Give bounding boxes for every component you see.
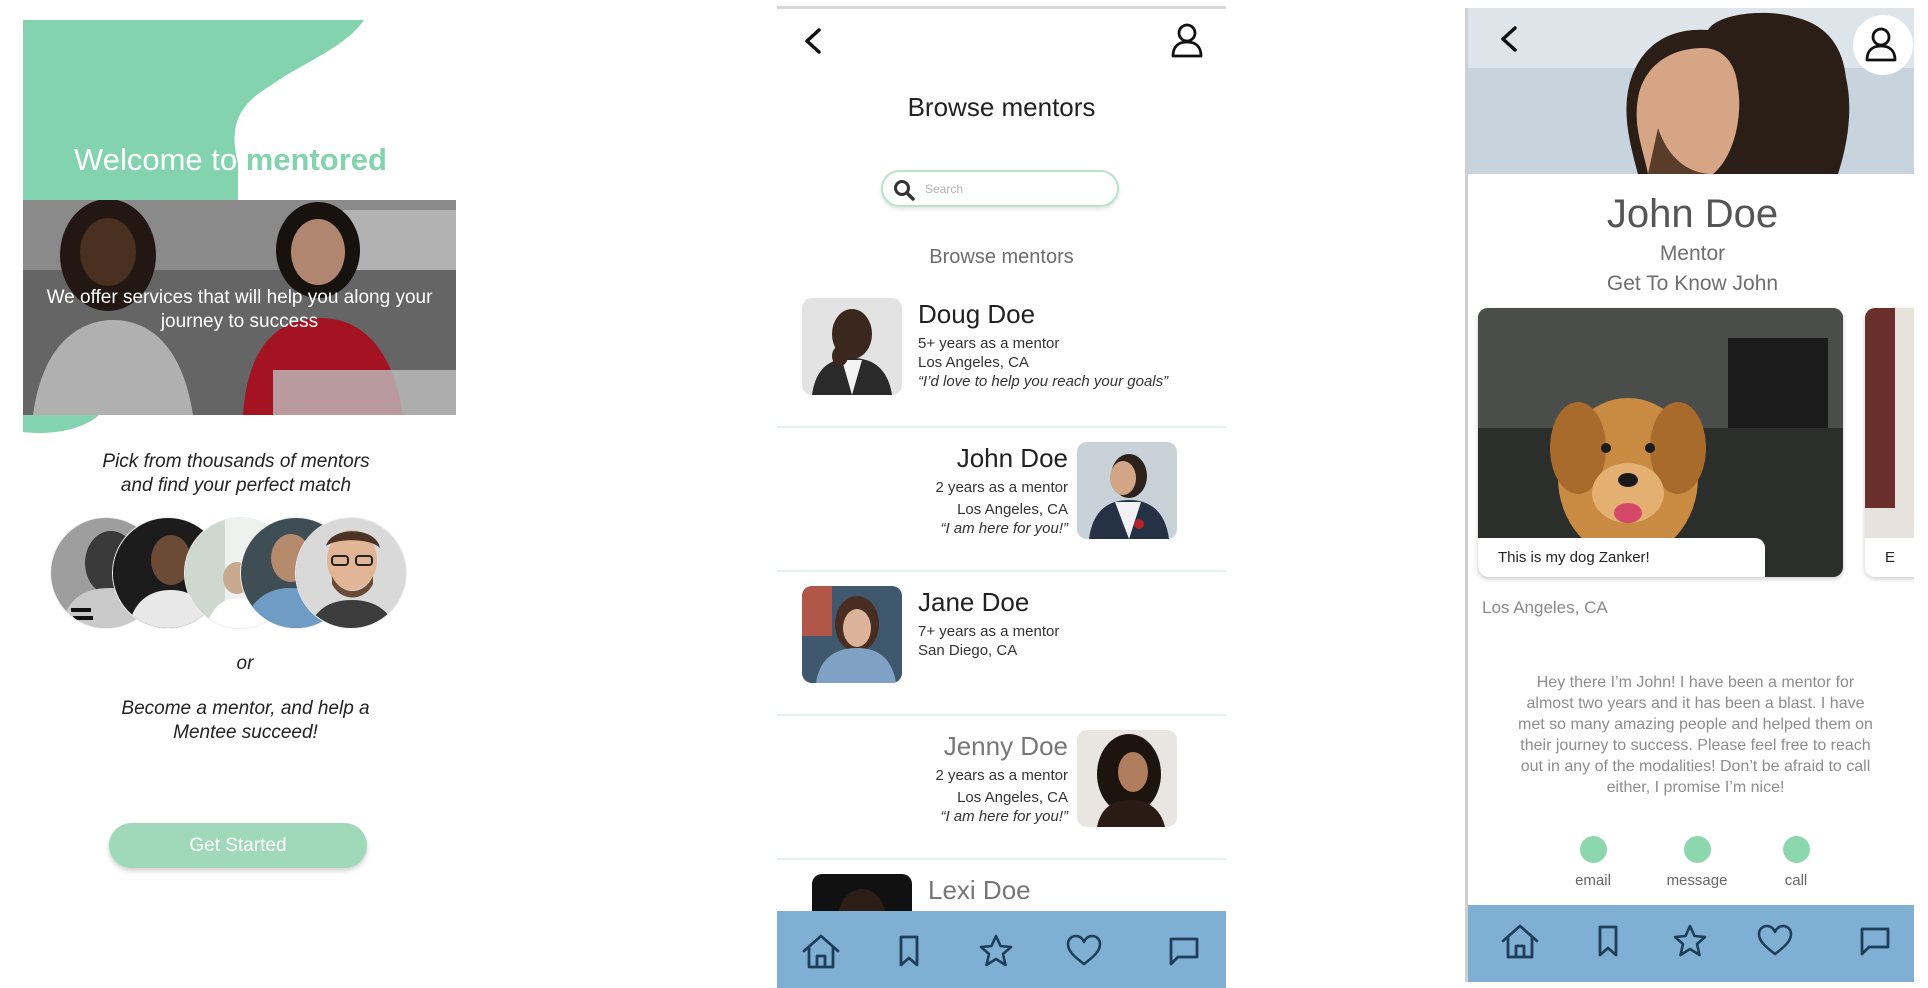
welcome-screen: Welcome to mentored We offer services th… <box>0 0 480 988</box>
back-arrow-icon[interactable] <box>797 22 831 60</box>
email-icon <box>1579 836 1607 863</box>
browse-screen: Browse mentors Browse mentors Doug Doe 5… <box>777 6 1226 988</box>
mentor-bio: Hey there I’m John! I have been a mentor… <box>1518 674 1873 796</box>
chat-icon[interactable] <box>1162 929 1206 973</box>
message-icon <box>1683 836 1711 863</box>
mentor-location: Los Angeles, CA <box>1482 598 1608 617</box>
star-icon[interactable] <box>974 929 1018 973</box>
search-icon <box>894 180 915 201</box>
mentor-info: Jenny Doe 2 years as a mentor Los Angele… <box>777 730 1068 826</box>
mentor-card[interactable]: John Doe 2 years as a mentor Los Angeles… <box>777 428 1226 572</box>
mentor-info: Jane Doe 7+ years as a mentor San Diego,… <box>918 586 1218 660</box>
email-label: email <box>1575 872 1611 889</box>
banner-photo-placeholder <box>1468 8 1914 174</box>
pick-mentors-text: Pick from thousands of mentors and find … <box>102 451 370 496</box>
top-divider <box>777 6 1226 9</box>
message-label: message <box>1666 872 1728 889</box>
mentor-location: San Diego, CA <box>918 642 1018 659</box>
section-heading: Browse mentors <box>929 246 1074 268</box>
mentor-quote: “I am here for you!” <box>940 520 1068 537</box>
search-input[interactable] <box>925 179 1105 199</box>
user-profile-button[interactable] <box>1853 15 1913 75</box>
get-started-button[interactable]: Get Started <box>109 823 367 868</box>
get-to-know-heading: Get To Know John <box>1606 272 1779 295</box>
bottom-tab-bar <box>777 911 1226 988</box>
mentor-photo <box>1077 730 1177 827</box>
profile-banner-photo <box>1468 8 1914 174</box>
photo-caption: E <box>1865 538 1914 577</box>
dog-photo <box>1478 308 1843 577</box>
bookmark-icon[interactable] <box>887 929 931 973</box>
photo-caption: This is my dog Zanker! <box>1478 538 1765 577</box>
user-profile-icon <box>1865 27 1897 62</box>
mentor-avatar-strip <box>50 517 410 629</box>
photo-card[interactable]: This is my dog Zanker! <box>1478 308 1843 577</box>
page-title: Browse mentors <box>907 92 1096 122</box>
user-profile-icon[interactable] <box>1167 20 1207 60</box>
call-button[interactable]: call <box>1751 836 1841 889</box>
mentor-photo <box>802 298 902 395</box>
mentor-location: Los Angeles, CA <box>957 501 1068 518</box>
mentor-name: John Doe <box>956 443 1068 473</box>
search-bar <box>881 170 1119 207</box>
home-icon[interactable] <box>1498 919 1542 963</box>
mentor-role: Mentor <box>1659 242 1726 265</box>
mentor-avatar <box>295 517 407 629</box>
bottom-tab-bar <box>1468 905 1914 982</box>
mentor-profile-screen: John Doe Mentor Get To Know John This is… <box>1465 8 1914 982</box>
mentor-location: Los Angeles, CA <box>957 789 1068 806</box>
mentor-quote: “I am here for you!” <box>940 808 1068 825</box>
call-icon <box>1782 836 1810 863</box>
email-button[interactable]: email <box>1548 836 1638 889</box>
mentor-photo <box>802 586 902 683</box>
message-button[interactable]: message <box>1652 836 1742 889</box>
hero-image: We offer services that will help you alo… <box>23 200 456 415</box>
mentor-info: John Doe 2 years as a mentor Los Angeles… <box>777 442 1068 538</box>
chat-icon[interactable] <box>1853 919 1897 963</box>
hero-text: We offer services that will help you alo… <box>46 287 433 332</box>
second-photo <box>1865 308 1914 577</box>
mentor-name: Jane Doe <box>918 587 1030 617</box>
mentor-name: Doug Doe <box>918 299 1036 329</box>
star-icon[interactable] <box>1668 919 1712 963</box>
welcome-title: Welcome to mentored <box>74 142 387 178</box>
become-mentor-text: Become a mentor, and help a Mentee succe… <box>121 698 370 743</box>
home-icon[interactable] <box>799 929 843 973</box>
or-text: or <box>236 653 254 674</box>
mentor-name: Lexi Doe <box>928 875 1031 905</box>
mentor-name: John Doe <box>1606 192 1779 236</box>
mentor-experience: 7+ years as a mentor <box>918 623 1060 640</box>
call-label: call <box>1784 872 1808 889</box>
mentor-name: Jenny Doe <box>943 731 1068 761</box>
welcome-title-prefix: Welcome to <box>74 142 246 177</box>
heart-icon[interactable] <box>1753 919 1797 963</box>
mentor-card[interactable]: Jenny Doe 2 years as a mentor Los Angele… <box>777 716 1226 860</box>
mentor-photo <box>1077 442 1177 539</box>
mentor-quote: “I’d love to help you reach your goals” <box>918 373 1169 390</box>
mentor-card[interactable]: Jane Doe 7+ years as a mentor San Diego,… <box>777 572 1226 716</box>
mentor-info: Lexi Doe <box>928 874 1226 906</box>
mentor-card[interactable]: Doug Doe 5+ years as a mentor Los Angele… <box>777 284 1226 428</box>
brand-name: mentored <box>245 142 387 177</box>
heart-icon[interactable] <box>1062 929 1106 973</box>
mentor-location: Los Angeles, CA <box>918 354 1029 371</box>
photo-card[interactable]: E <box>1865 308 1914 577</box>
bookmark-icon[interactable] <box>1586 919 1630 963</box>
mentor-experience: 5+ years as a mentor <box>918 335 1060 352</box>
back-arrow-icon[interactable] <box>1493 20 1527 58</box>
mentor-experience: 2 years as a mentor <box>935 767 1068 784</box>
mentor-info: Doug Doe 5+ years as a mentor Los Angele… <box>918 298 1218 391</box>
mentor-experience: 2 years as a mentor <box>935 479 1068 496</box>
